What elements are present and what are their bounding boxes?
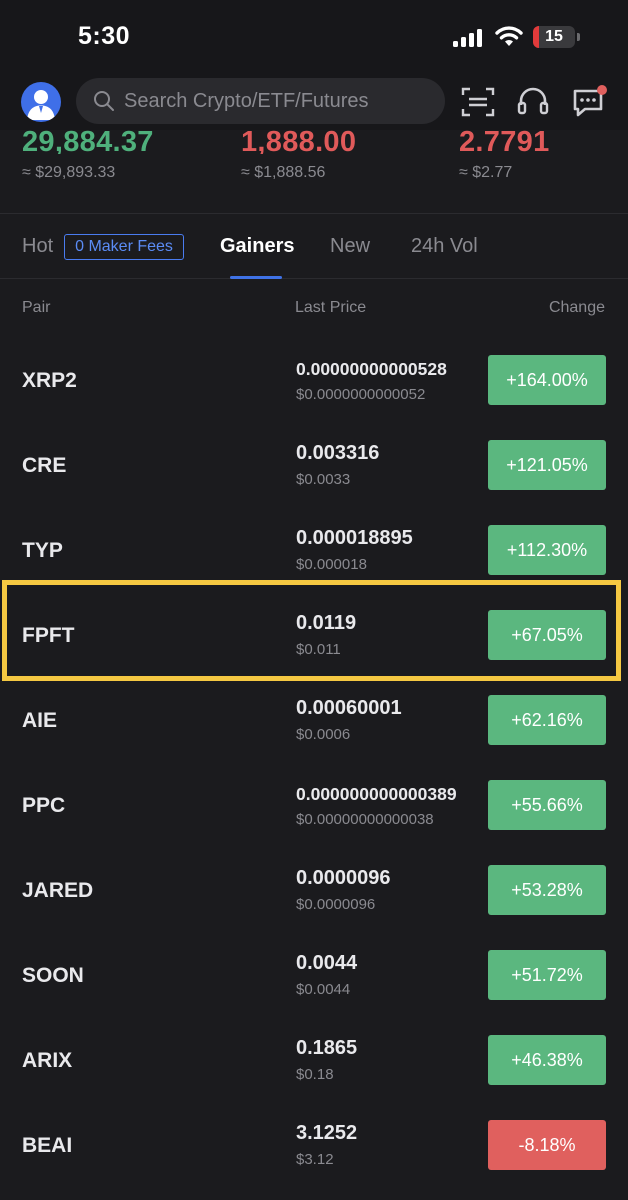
ticker-price: 29,884.37 xyxy=(22,130,154,154)
change-button[interactable]: +55.66% xyxy=(488,780,606,830)
change-button[interactable]: +121.05% xyxy=(488,440,606,490)
status-time: 5:30 xyxy=(78,22,131,50)
last-price: 0.000018895 xyxy=(296,527,413,549)
ticker-usd: ≈ $2.77 xyxy=(459,164,513,181)
table-row[interactable]: JARED 0.0000096 $0.0000096 +53.28% xyxy=(0,850,628,935)
table-row[interactable]: PPC 0.000000000000389 $0.00000000000038 … xyxy=(0,765,628,850)
pair-name: TYP xyxy=(22,539,63,562)
ticker-item[interactable]: 29,884.37 ≈ $29,893.33 xyxy=(22,130,154,182)
cellular-signal-icon xyxy=(453,29,482,47)
tab-gainers[interactable]: Gainers xyxy=(220,235,294,258)
ticker-price: 2.7791 xyxy=(459,130,550,154)
usd-price: $0.00000000000038 xyxy=(296,811,434,828)
pair-name: AIE xyxy=(22,709,58,732)
market-ticker-strip: 29,884.37 ≈ $29,893.33 1,888.00 ≈ $1,888… xyxy=(0,130,628,214)
column-header-pair[interactable]: Pair xyxy=(22,299,50,317)
usd-price: $0.011 xyxy=(296,641,341,658)
usd-price: $0.18 xyxy=(296,1066,334,1083)
tab-24h-vol[interactable]: 24h Vol xyxy=(411,235,478,258)
usd-price: $0.0033 xyxy=(296,471,351,488)
table-row[interactable]: ARIX 0.1865 $0.18 +46.38% xyxy=(0,1020,628,1105)
table-row[interactable]: SOON 0.0044 $0.0044 +51.72% xyxy=(0,935,628,1020)
battery-percentage: 15 xyxy=(545,28,563,45)
last-price: 0.000000000000389 xyxy=(296,784,457,804)
usd-price: $0.0006 xyxy=(296,726,351,743)
search-icon xyxy=(94,91,114,111)
tab-new[interactable]: New xyxy=(330,235,370,258)
change-button[interactable]: +164.00% xyxy=(488,355,606,405)
table-row[interactable]: XRP2 0.00000000000528 $0.0000000000052 +… xyxy=(0,340,628,425)
column-header-change[interactable]: Change xyxy=(549,299,605,317)
table-row[interactable]: AIE 0.00060001 $0.0006 +62.16% xyxy=(0,680,628,765)
message-icon[interactable] xyxy=(571,84,609,120)
usd-price: $3.12 xyxy=(296,1151,334,1168)
table-row[interactable]: BEAI 3.1252 $3.12 -8.18% xyxy=(0,1105,628,1190)
headset-icon[interactable] xyxy=(516,85,550,119)
search-bar[interactable] xyxy=(76,78,445,124)
last-price: 0.0119 xyxy=(296,612,357,634)
change-button[interactable]: +53.28% xyxy=(488,865,606,915)
change-button[interactable]: -8.18% xyxy=(488,1120,606,1170)
change-button[interactable]: +51.72% xyxy=(488,950,606,1000)
pair-name: ARIX xyxy=(22,1049,73,1072)
table-row[interactable]: FPFT 0.0119 $0.011 +67.05% xyxy=(0,595,628,680)
last-price: 0.003316 xyxy=(296,442,380,464)
user-icon xyxy=(27,90,55,120)
usd-price: $0.000018 xyxy=(296,556,367,573)
last-price: 3.1252 xyxy=(296,1122,358,1144)
change-button[interactable]: +62.16% xyxy=(488,695,606,745)
pair-name: SOON xyxy=(22,964,84,987)
pair-name: JARED xyxy=(22,879,94,902)
change-button[interactable]: +46.38% xyxy=(488,1035,606,1085)
pair-name: CRE xyxy=(22,454,67,477)
top-nav xyxy=(0,74,628,130)
status-bar: 5:30 15 xyxy=(0,0,628,74)
usd-price: $0.0000000000052 xyxy=(296,386,426,403)
usd-price: $0.0044 xyxy=(296,981,351,998)
battery-icon: 15 xyxy=(533,26,575,48)
pair-name: FPFT xyxy=(22,624,75,647)
market-tabs: Hot 0 Maker Fees Gainers New 24h Vol xyxy=(0,215,628,279)
change-button[interactable]: +112.30% xyxy=(488,525,606,575)
avatar[interactable] xyxy=(21,82,61,122)
table-row[interactable]: TYP 0.000018895 $0.000018 +112.30% xyxy=(0,510,628,595)
active-tab-indicator xyxy=(230,276,282,279)
change-button[interactable]: +67.05% xyxy=(488,610,606,660)
pair-name: PPC xyxy=(22,794,66,817)
pair-name: BEAI xyxy=(22,1134,73,1157)
last-price: 0.1865 xyxy=(296,1037,358,1059)
maker-fees-badge[interactable]: 0 Maker Fees xyxy=(64,234,184,260)
search-input[interactable] xyxy=(124,89,424,113)
ticker-item[interactable]: 2.7791 ≈ $2.77 xyxy=(459,130,550,182)
tab-hot[interactable]: Hot xyxy=(22,235,53,258)
last-price: 0.00060001 xyxy=(296,697,402,719)
last-price: 0.00000000000528 xyxy=(296,359,447,379)
ticker-usd: ≈ $29,893.33 xyxy=(22,164,116,181)
usd-price: $0.0000096 xyxy=(296,896,376,913)
wifi-icon xyxy=(495,26,523,46)
pair-name: XRP2 xyxy=(22,369,77,392)
battery-tip xyxy=(577,33,580,41)
scan-icon[interactable] xyxy=(461,86,495,118)
ticker-usd: ≈ $1,888.56 xyxy=(241,164,326,181)
table-row[interactable]: CRE 0.003316 $0.0033 +121.05% xyxy=(0,425,628,510)
notification-dot xyxy=(597,85,607,95)
ticker-item[interactable]: 1,888.00 ≈ $1,888.56 xyxy=(241,130,356,182)
ticker-price: 1,888.00 xyxy=(241,130,357,154)
column-header-last-price[interactable]: Last Price xyxy=(295,299,366,317)
last-price: 0.0044 xyxy=(296,952,358,974)
column-headers: Pair Last Price Change xyxy=(0,296,628,322)
last-price: 0.0000096 xyxy=(296,867,391,889)
